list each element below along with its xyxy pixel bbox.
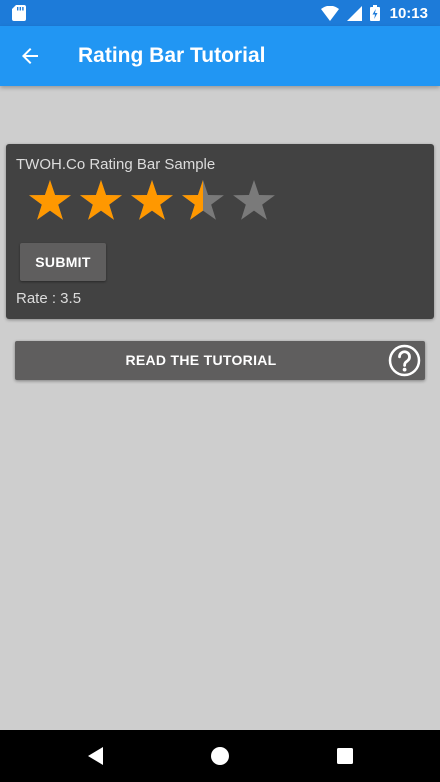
rating-stars[interactable] xyxy=(18,179,278,225)
wifi-icon xyxy=(320,5,339,21)
navigation-bar xyxy=(0,730,440,782)
help-circle-icon[interactable] xyxy=(388,344,421,377)
rating-star-3[interactable] xyxy=(131,180,173,220)
read-tutorial-label: READ THE TUTORIAL xyxy=(125,352,277,368)
rate-value-text: Rate : 3.5 xyxy=(16,290,82,307)
rating-card: TWOH.Co Rating Bar Sample SUBMIT Rate : … xyxy=(6,144,434,319)
back-arrow-icon[interactable] xyxy=(18,44,42,68)
status-bar: 10:13 xyxy=(0,0,440,26)
rating-star-2[interactable] xyxy=(80,180,122,220)
battery-charging-icon xyxy=(369,5,380,21)
rating-star-5[interactable] xyxy=(233,180,275,220)
status-icons: 10:13 xyxy=(320,0,428,26)
nav-back-icon[interactable] xyxy=(86,746,106,766)
submit-button[interactable]: SUBMIT xyxy=(20,243,106,281)
rating-star-1[interactable] xyxy=(29,180,71,220)
page-title: Rating Bar Tutorial xyxy=(78,44,266,67)
signal-icon xyxy=(346,5,362,21)
nav-home-icon[interactable] xyxy=(210,746,230,766)
nav-recents-icon[interactable] xyxy=(335,746,355,766)
read-tutorial-button[interactable]: READ THE TUTORIAL xyxy=(15,341,425,380)
rating-star-4[interactable] xyxy=(182,180,224,220)
status-time: 10:13 xyxy=(389,4,428,22)
sd-card-icon xyxy=(12,5,26,21)
card-title: TWOH.Co Rating Bar Sample xyxy=(16,156,216,173)
app-bar: Rating Bar Tutorial xyxy=(0,26,440,86)
rating-bar[interactable] xyxy=(18,179,278,225)
